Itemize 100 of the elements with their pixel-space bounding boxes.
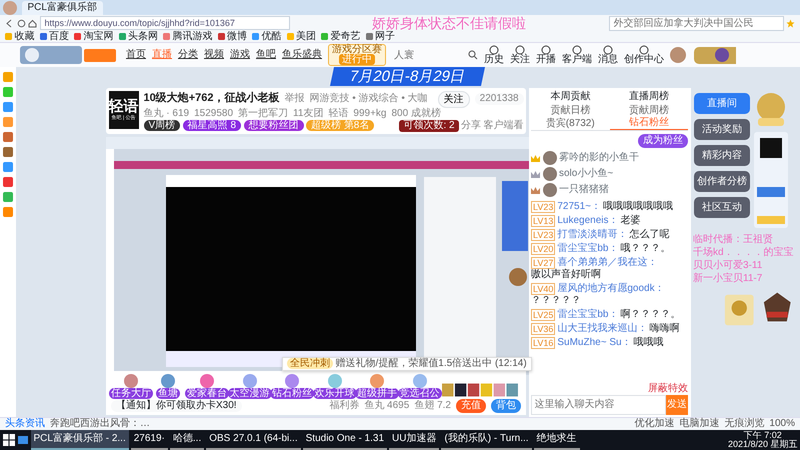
taskbar-app[interactable]: PCL富豪俱乐部 - 2... xyxy=(30,430,129,450)
category-text: 网游竞技 • 游戏综合 • 大咖 xyxy=(310,93,428,105)
side-button[interactable]: 活动奖励 xyxy=(694,119,750,140)
chat-username[interactable]: 雷尘宝宝bb： xyxy=(557,242,618,254)
taskbar-app[interactable]: 哈德... xyxy=(170,430,204,450)
browser-tab[interactable]: PCL富豪俱乐部 xyxy=(22,1,103,15)
coupon-link[interactable]: 福利券 xyxy=(329,400,360,412)
nav-icon-link[interactable]: 开播 xyxy=(536,45,556,65)
taskbar-app[interactable]: Studio One - 1.31 xyxy=(302,430,388,450)
news-headline[interactable]: 奔跑吧西游出风骨：… xyxy=(50,418,150,430)
nav-icon xyxy=(572,45,582,55)
nav-link[interactable]: 分类 xyxy=(178,49,198,61)
home-icon[interactable] xyxy=(28,18,37,28)
chat-username[interactable]: 72751~： xyxy=(557,200,602,212)
nav-icon-link[interactable]: 关注 xyxy=(510,45,530,65)
status-tool[interactable]: 电脑加速 xyxy=(679,418,720,430)
search-field[interactable]: 人寰 xyxy=(392,48,462,62)
chat-message: 哦？？？。 xyxy=(620,242,670,254)
star-icon[interactable] xyxy=(786,18,795,28)
bookmark-link[interactable]: 网子 xyxy=(366,30,395,42)
rank-link[interactable]: 本周贡献 xyxy=(550,90,590,102)
status-tool[interactable]: 100% xyxy=(769,418,795,430)
chat-username[interactable]: 打雪淡淡晴哥： xyxy=(557,228,628,240)
gift-button[interactable]: 任务大厅 xyxy=(109,388,153,398)
side-button[interactable]: 创作者分榜 xyxy=(694,171,750,192)
nav-link[interactable]: 鱼乐盛典 xyxy=(282,49,322,61)
share-link[interactable]: 分享 xyxy=(461,120,482,132)
user-avatar-icon[interactable] xyxy=(670,47,686,63)
bookmark-link[interactable]: 收藏 xyxy=(5,30,34,42)
windows-start-icon[interactable] xyxy=(2,434,14,446)
refresh-icon[interactable] xyxy=(16,18,26,28)
report-link[interactable]: 举报 xyxy=(284,93,305,105)
rank-link[interactable]: 直播周榜 xyxy=(628,90,669,102)
search-field[interactable]: 外交部回应加拿大判决中国公民 xyxy=(608,16,784,30)
gift-button[interactable]: 钻石粉丝 xyxy=(270,388,314,398)
taskbar-app[interactable]: UU加速器 xyxy=(389,430,440,450)
bookmark-icon xyxy=(163,33,170,40)
bookmark-icon xyxy=(366,33,372,40)
nav-icon-link[interactable]: 客户端 xyxy=(562,45,592,65)
follow-button[interactable]: 关注 xyxy=(438,90,470,108)
gift-button[interactable]: 竞选召公 xyxy=(398,388,442,398)
chat-tab[interactable]: 贡献周榜 xyxy=(610,105,688,117)
bookmark-icon xyxy=(74,33,81,40)
chat-username[interactable]: 喜个弟弟弟／我在这： xyxy=(557,256,658,268)
bookmark-link[interactable]: 百度 xyxy=(40,30,69,42)
taskbar-app[interactable]: 27619· xyxy=(130,430,168,450)
room-badge[interactable]: 福星高照 8 xyxy=(182,120,242,131)
room-badge[interactable]: 想要粉丝团 xyxy=(244,120,304,131)
nav-link[interactable]: 视频 xyxy=(204,49,224,61)
event-badge[interactable]: 游戏分区赛 进行中 xyxy=(328,44,386,66)
chat-username[interactable]: 屋风的地方有愿goodk： xyxy=(557,282,665,294)
nav-icon-link[interactable]: 历史 xyxy=(484,45,504,65)
gift-button[interactable]: 欢乐开球 xyxy=(312,388,357,398)
nav-icon-link[interactable]: 创作中心 xyxy=(624,45,664,65)
address-field[interactable]: https://www.douyu.com/topic/sjjhhd?rid=101367 xyxy=(40,16,290,30)
status-tool[interactable]: 无痕浏览 xyxy=(724,418,764,430)
chat-username[interactable]: 雷尘宝宝bb： xyxy=(557,308,618,320)
chat-username[interactable]: 山大王找我来巡山： xyxy=(557,322,648,334)
room-stat: 11友团 xyxy=(293,108,324,120)
bookmark-link[interactable]: 微博 xyxy=(218,30,247,42)
nav-icon xyxy=(489,45,499,55)
client-link[interactable]: 客户端看 xyxy=(484,120,524,132)
gift-button[interactable]: 鱼塘 xyxy=(156,388,180,398)
bookmark-link[interactable]: 腾讯游戏 xyxy=(163,30,212,42)
nav-icon-link[interactable]: 消息 xyxy=(598,45,618,65)
search-icon[interactable] xyxy=(468,50,478,60)
bookmark-icon xyxy=(218,33,224,40)
bookmark-link[interactable]: 淘宝网 xyxy=(74,30,114,42)
taskbar-app[interactable]: 绝地求生 xyxy=(534,430,580,450)
chat-username[interactable]: Lukegeneis： xyxy=(557,214,619,226)
side-button[interactable]: 社区互动 xyxy=(694,197,750,218)
claim-button[interactable]: 可领次数: 2 xyxy=(399,120,459,132)
bookmark-link[interactable]: 优酷 xyxy=(252,30,282,42)
task-view-icon[interactable] xyxy=(16,435,28,445)
fan-button[interactable]: 成为粉丝 xyxy=(638,134,688,148)
chat-tab[interactable]: 贡献日榜 xyxy=(531,105,610,117)
gift-button[interactable]: 超级拼手 xyxy=(355,388,400,398)
news-link[interactable]: 头条资讯 xyxy=(5,418,45,430)
bookmark-link[interactable]: 爱奇艺 xyxy=(321,30,360,42)
back-icon[interactable] xyxy=(5,18,14,28)
block-effects-toggle[interactable]: 屏蔽特效 xyxy=(648,382,688,394)
bookmark-link[interactable]: 美团 xyxy=(286,30,316,42)
room-stat: 999+kg xyxy=(353,108,386,120)
bookmark-link[interactable]: 头条网 xyxy=(118,30,158,42)
nav-link[interactable]: 游戏 xyxy=(230,49,250,61)
gift-button[interactable]: 太空漫游 xyxy=(228,388,272,398)
chat-tab[interactable]: 贵宾(8732) xyxy=(531,117,610,130)
taskbar-app[interactable]: OBS 27.0.1 (64-bi... xyxy=(206,430,301,450)
taskbar-app[interactable]: (我的乐队) - Turn... xyxy=(441,430,532,450)
side-button[interactable]: 精彩内容 xyxy=(694,145,750,166)
chat-username[interactable]: SuMuZhe~ Su： xyxy=(557,336,632,348)
gift-icon xyxy=(369,374,386,388)
chat-message: ？？？？？ xyxy=(531,294,581,306)
room-badge[interactable]: V周榜 xyxy=(144,120,180,131)
side-button[interactable]: 直播间 xyxy=(694,93,750,114)
chat-input-field[interactable]: 这里输入聊天内容 xyxy=(531,394,666,414)
nav-link[interactable]: 首页 xyxy=(126,49,146,61)
nav-link[interactable]: 鱼吧 xyxy=(256,49,276,61)
gift-button[interactable]: 爱家春台 xyxy=(185,388,230,398)
status-tool[interactable]: 优化加速 xyxy=(634,418,674,430)
